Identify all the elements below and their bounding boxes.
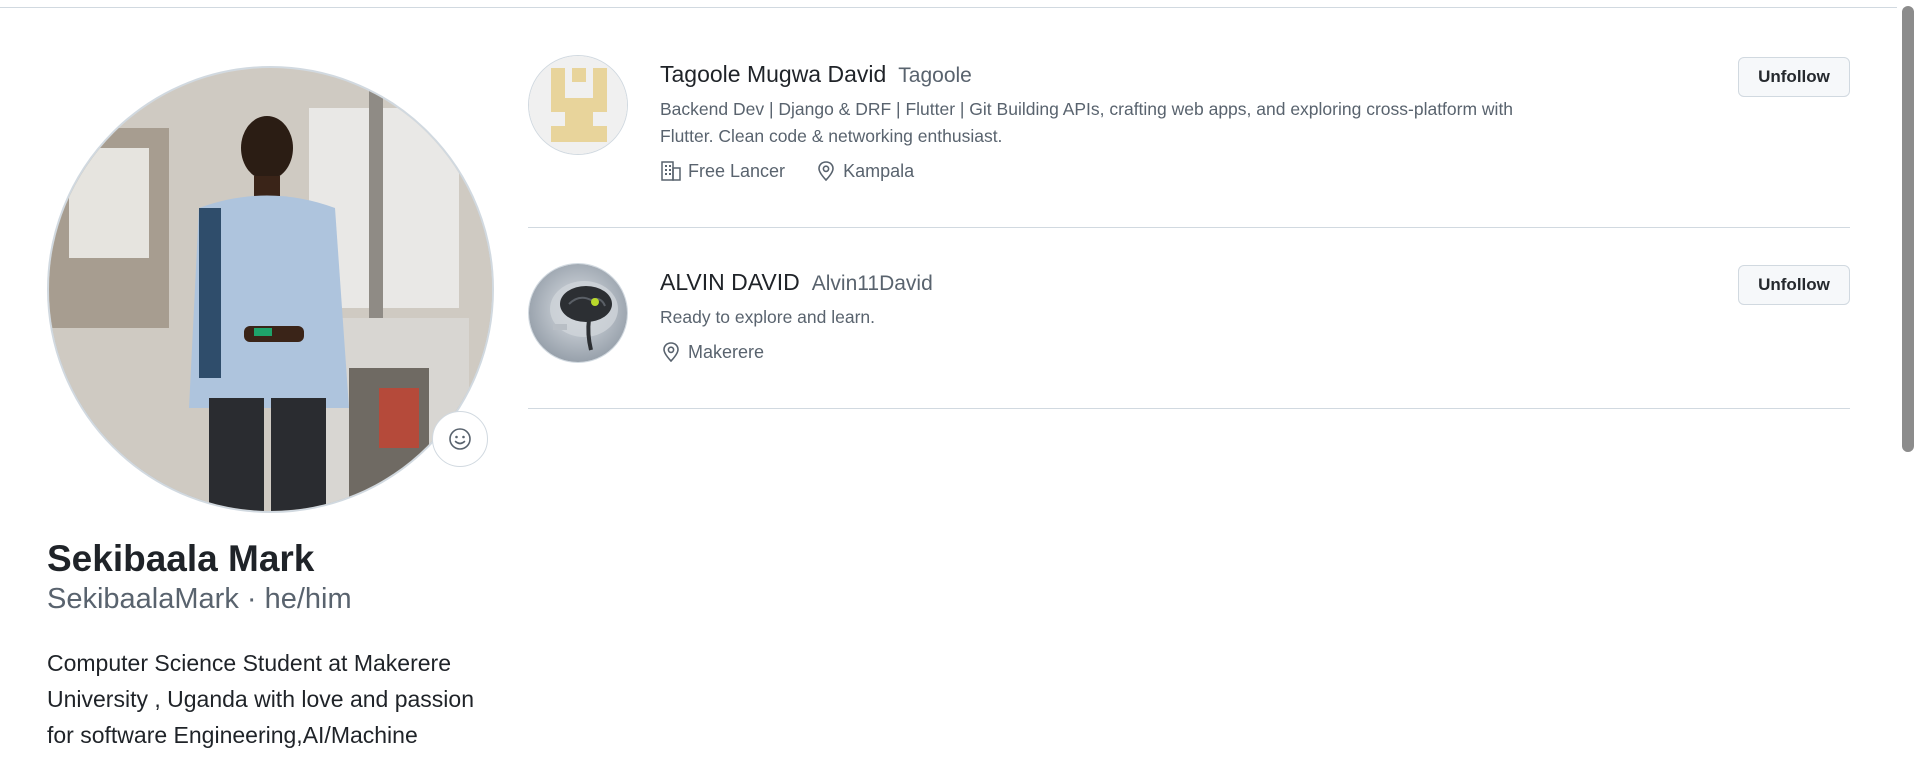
location-pin-icon <box>818 161 834 182</box>
identicon-pattern <box>551 68 607 142</box>
identicon-avatar <box>529 56 627 154</box>
profile-login: SekibaalaMark · he/him <box>47 583 352 615</box>
brain-avatar-image <box>529 264 627 362</box>
set-status-button[interactable] <box>432 411 488 467</box>
page-scrollbar[interactable] <box>1897 0 1919 757</box>
user-company: Free Lancer <box>660 160 785 182</box>
user-bio: Ready to explore and learn. <box>660 307 875 327</box>
user-name-line: ALVIN DAVID Alvin11David <box>660 269 1560 296</box>
user-location-label: Makerere <box>688 341 765 362</box>
profile-avatar-container <box>47 66 494 513</box>
user-location: Makerere <box>660 341 764 363</box>
user-location-label: Kampala <box>843 160 915 181</box>
user-name-line: Tagoole Mugwa David Tagoole <box>660 61 1560 88</box>
user-display-name[interactable]: ALVIN DAVID <box>660 269 800 296</box>
profile-bio: Computer Science Student at Makerere Uni… <box>47 650 475 748</box>
user-company-label: Free Lancer <box>688 160 786 181</box>
user-login[interactable]: Alvin11David <box>812 272 933 296</box>
location-pin-icon <box>663 342 679 363</box>
scrollbar-thumb[interactable] <box>1902 6 1914 452</box>
building-icon <box>661 161 681 181</box>
user-display-name[interactable]: Tagoole Mugwa David <box>660 61 886 88</box>
profile-name: Sekibaala Mark <box>47 538 315 579</box>
profile-photo <box>49 68 492 511</box>
user-avatar[interactable] <box>528 263 628 363</box>
user-location: Kampala <box>815 160 914 182</box>
profile-avatar[interactable] <box>47 66 494 513</box>
unfollow-button[interactable]: Unfollow <box>1738 57 1850 97</box>
unfollow-button[interactable]: Unfollow <box>1738 265 1850 305</box>
user-info: Tagoole Mugwa David Tagoole Backend Dev … <box>660 61 1560 182</box>
header-border <box>0 0 1897 8</box>
following-list-item: ALVIN DAVID Alvin11David Ready to explor… <box>528 263 1850 409</box>
user-avatar[interactable] <box>528 55 628 155</box>
user-meta: Free Lancer Kampala <box>660 160 1560 182</box>
smiley-icon <box>449 428 471 450</box>
user-info: ALVIN DAVID Alvin11David Ready to explor… <box>660 269 1560 363</box>
user-meta: Makerere <box>660 341 1560 363</box>
following-list-item: Tagoole Mugwa David Tagoole Backend Dev … <box>528 55 1850 228</box>
user-login[interactable]: Tagoole <box>898 64 972 88</box>
user-bio: Backend Dev | Django & DRF | Flutter | G… <box>660 99 1514 146</box>
